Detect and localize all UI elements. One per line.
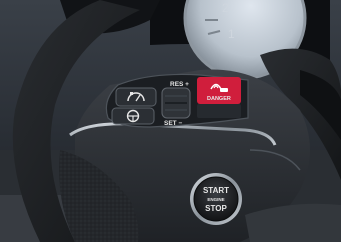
start-stop-button[interactable]: START ENGINE STOP xyxy=(190,173,242,225)
res-set-rocker[interactable] xyxy=(161,87,191,119)
scene-svg: 2 1 RES + SET − DANGER START ENGINE STOP xyxy=(0,0,341,242)
control-pod: RES + SET − DANGER xyxy=(105,73,249,128)
res-label: RES + xyxy=(170,81,189,88)
start-label: START xyxy=(203,186,229,195)
engine-label: ENGINE xyxy=(207,197,224,202)
stop-label: STOP xyxy=(205,204,227,213)
set-label: SET − xyxy=(164,120,182,127)
dial-number-1: 1 xyxy=(228,27,235,41)
steering-assist-button[interactable] xyxy=(111,107,155,125)
blank-button[interactable] xyxy=(197,104,241,118)
cruise-control-button[interactable] xyxy=(115,87,157,107)
dial-number-2: 2 xyxy=(222,1,229,15)
steering-wheel-photo: 2 1 RES + SET − DANGER START ENGINE STOP xyxy=(0,0,341,242)
danger-button[interactable]: DANGER xyxy=(197,77,241,104)
danger-label: DANGER xyxy=(207,96,231,102)
